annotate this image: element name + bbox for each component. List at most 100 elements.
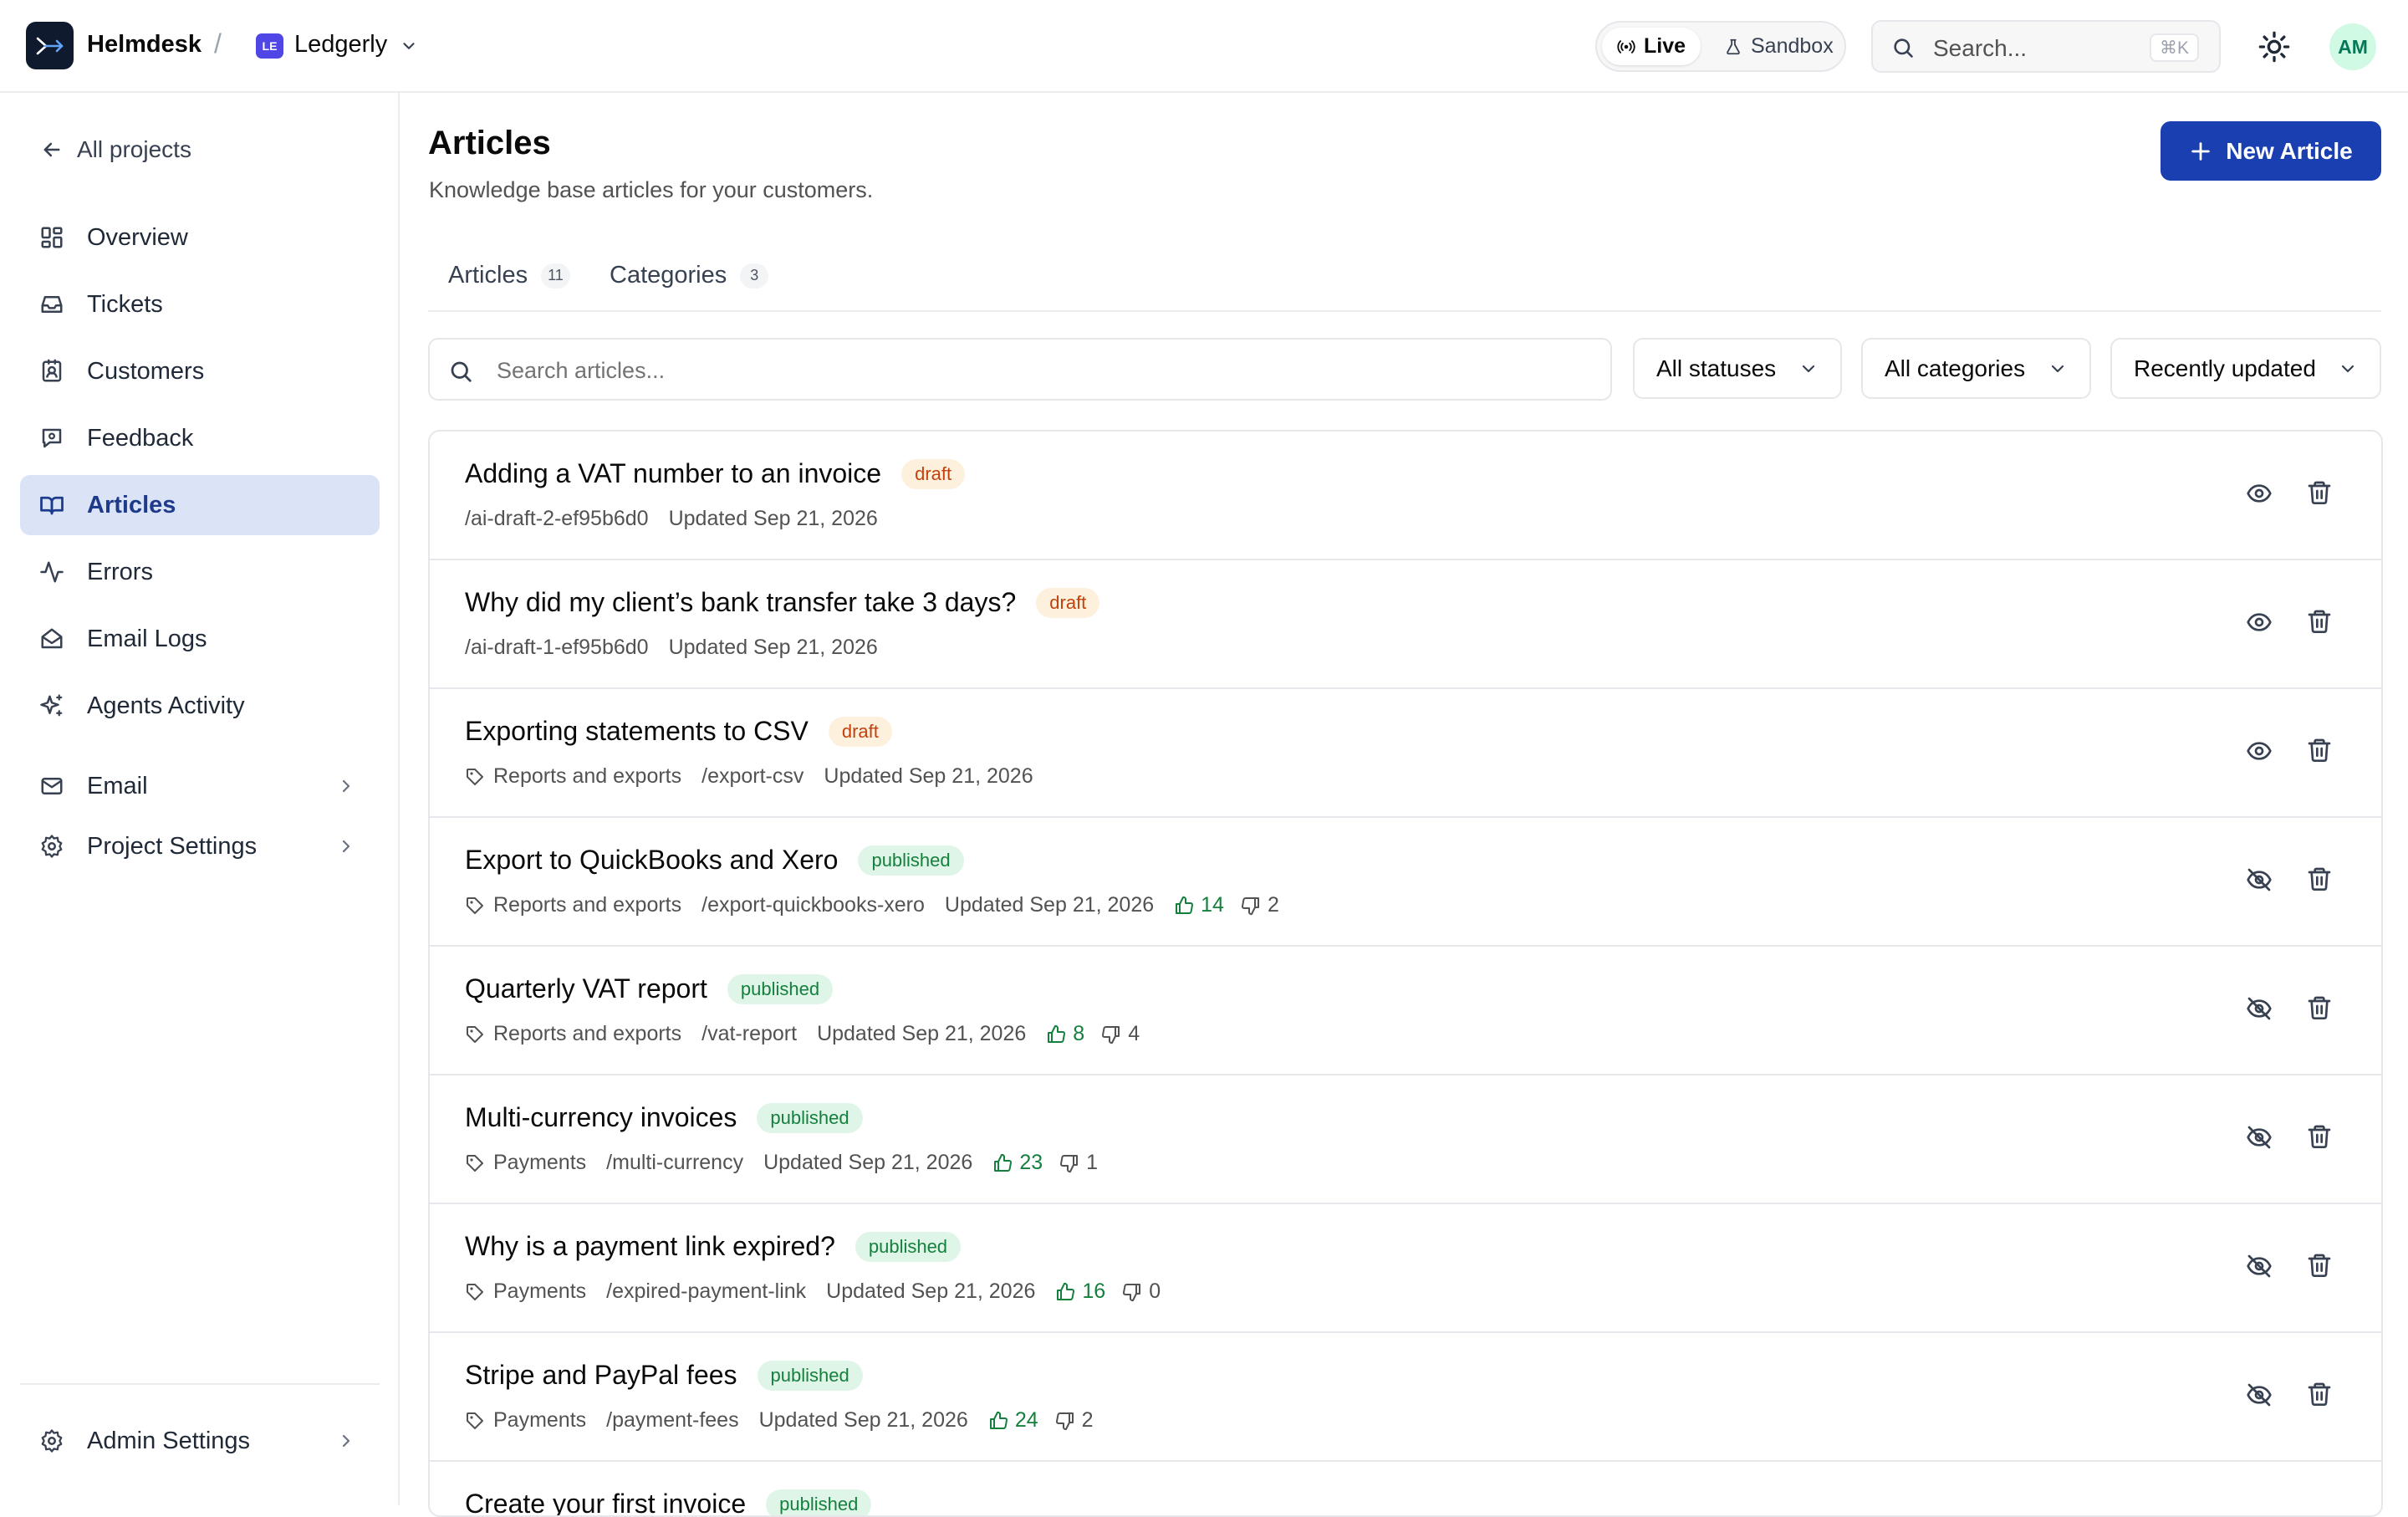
thumbs-down-icon [1241, 896, 1261, 916]
sidebar-item-project-settings[interactable]: Project Settings [20, 816, 380, 876]
logo-arrow-icon [35, 36, 65, 56]
preview-button[interactable] [2246, 738, 2273, 764]
unhelpful-count: 2 [1082, 1408, 1094, 1433]
sidebar-item-feedback[interactable]: Feedback [20, 408, 380, 468]
article-title[interactable]: Quarterly VAT report [465, 973, 707, 1004]
top-header: Helmdesk / LE Ledgerly Live Sandbox Sear… [0, 0, 2408, 93]
sidebar-item-tickets[interactable]: Tickets [20, 274, 380, 335]
preview-button[interactable] [2246, 609, 2273, 636]
status-badge: draft [829, 717, 892, 747]
gear-icon [39, 1428, 64, 1453]
tag-icon [465, 767, 485, 787]
unpublish-button[interactable] [2246, 866, 2273, 893]
article-category-label: Reports and exports [493, 893, 681, 917]
book-open-icon [39, 493, 64, 518]
thumbs-down-icon [1055, 1411, 1075, 1431]
article-heading: Why is a payment link expired?published [465, 1231, 961, 1262]
delete-button[interactable] [2306, 1252, 2333, 1279]
chevron-down-icon[interactable] [400, 37, 418, 55]
eye-off-icon [2246, 1124, 2273, 1151]
trash-icon [2306, 1252, 2333, 1279]
article-title[interactable]: Exporting statements to CSV [465, 716, 809, 747]
article-row[interactable]: Stripe and PayPal feespublished Payments/… [430, 1333, 2381, 1462]
category-filter-select[interactable]: All categories [1861, 338, 2091, 399]
article-updated: Updated Sep 21, 2026 [669, 507, 878, 531]
article-title[interactable]: Multi-currency invoices [465, 1102, 737, 1133]
delete-button[interactable] [2306, 737, 2333, 764]
article-row[interactable]: Multi-currency invoicespublishedPayments… [430, 1075, 2381, 1204]
page-subtitle: Knowledge base articles for your custome… [429, 177, 873, 203]
sidebar-item-email[interactable]: Email [20, 756, 380, 816]
delete-button[interactable] [2306, 1123, 2333, 1150]
sort-select[interactable]: Recently updated [2110, 338, 2381, 399]
article-row[interactable]: Adding a VAT number to an invoicedraft/a… [430, 432, 2381, 560]
article-slug: /ai-draft-2-ef95b6d0 [465, 507, 649, 531]
unpublish-button[interactable] [2246, 995, 2273, 1022]
new-article-button[interactable]: New Article [2161, 121, 2381, 181]
article-title[interactable]: Export to QuickBooks and Xero [465, 845, 838, 876]
sidebar-item-agents-activity[interactable]: Agents Activity [20, 676, 380, 736]
delete-button[interactable] [2306, 866, 2333, 892]
delete-button[interactable] [2306, 1381, 2333, 1407]
article-row[interactable]: Why is a payment link expired?publishedP… [430, 1204, 2381, 1333]
delete-button[interactable] [2306, 608, 2333, 635]
article-row[interactable]: Quarterly VAT reportpublishedReports and… [430, 947, 2381, 1075]
unhelpful-count: 2 [1268, 893, 1279, 917]
arrow-left-icon [40, 138, 64, 161]
sun-icon[interactable] [2258, 30, 2291, 64]
sidebar-item-customers[interactable]: Customers [20, 341, 380, 401]
global-search[interactable]: Search... ⌘K [1871, 20, 2221, 73]
article-heading: Export to QuickBooks and Xeropublished [465, 845, 964, 876]
thumbs-down-icon [1122, 1282, 1142, 1302]
tab-articles[interactable]: Articles 11 [448, 262, 570, 289]
article-updated: Updated Sep 21, 2026 [669, 636, 878, 660]
eye-off-icon [2246, 1382, 2273, 1408]
delete-button[interactable] [2306, 994, 2333, 1021]
user-avatar[interactable]: AM [2329, 23, 2376, 70]
article-slug: /vat-report [701, 1022, 797, 1046]
article-row[interactable]: Exporting statements to CSV draft Reports … [430, 689, 2381, 818]
article-meta: Reports and exports/export-csvUpdated Se… [465, 764, 1033, 789]
chevron-right-icon [336, 776, 356, 796]
sidebar-item-overview[interactable]: Overview [20, 207, 380, 268]
helpful-votes: 24 [988, 1408, 1038, 1433]
article-title[interactable]: Why is a payment link expired? [465, 1231, 835, 1262]
search-icon [448, 359, 473, 384]
article-title[interactable]: Adding a VAT number to an invoice [465, 458, 881, 489]
status-filter-select[interactable]: All statuses [1633, 338, 1842, 399]
trash-icon [2306, 608, 2333, 635]
status-badge: published [727, 974, 833, 1004]
sidebar-item-articles[interactable]: Articles [20, 475, 380, 535]
unpublish-button[interactable] [2246, 1253, 2273, 1279]
article-search-input[interactable]: Search articles... [428, 338, 1612, 401]
tag-icon [465, 1024, 485, 1045]
helmdesk-logo[interactable] [26, 22, 74, 69]
env-live-button[interactable]: Live [1602, 28, 1701, 65]
chevron-down-icon [2048, 359, 2068, 379]
env-sandbox-button[interactable]: Sandbox [1714, 28, 1844, 65]
back-to-projects-link[interactable]: All projects [40, 136, 191, 163]
article-heading: Stripe and PayPal feespublished [465, 1360, 863, 1391]
delete-button[interactable] [2306, 479, 2333, 506]
thumbs-up-icon [1055, 1282, 1075, 1302]
article-row[interactable]: Create your first invoicepublished [430, 1462, 2381, 1517]
article-meta: Payments/payment-feesUpdated Sep 21, 202… [465, 1408, 1094, 1433]
article-title[interactable]: Why did my client’s bank transfer take 3… [465, 587, 1016, 618]
unpublish-button[interactable] [2246, 1382, 2273, 1408]
article-row[interactable]: Why did my client’s bank transfer take 3… [430, 560, 2381, 689]
sidebar-item-errors[interactable]: Errors [20, 542, 380, 602]
project-badge[interactable]: LE [256, 33, 283, 59]
category-filter-value: All categories [1885, 355, 2025, 382]
unpublish-button[interactable] [2246, 1124, 2273, 1151]
article-row[interactable]: Export to QuickBooks and Xeropublished Re… [430, 818, 2381, 947]
article-updated: Updated Sep 21, 2026 [759, 1408, 968, 1433]
article-title[interactable]: Create your first invoice [465, 1489, 746, 1517]
sidebar-item-email-logs[interactable]: Email Logs [20, 609, 380, 669]
sidebar-item-admin-settings[interactable]: Admin Settings [20, 1411, 380, 1471]
article-title[interactable]: Stripe and PayPal fees [465, 1360, 737, 1391]
helpful-votes: 23 [992, 1151, 1043, 1175]
trash-icon [2306, 1381, 2333, 1407]
tab-categories[interactable]: Categories 3 [610, 262, 768, 289]
project-switcher[interactable]: Ledgerly [294, 31, 387, 59]
preview-button[interactable] [2246, 480, 2273, 507]
